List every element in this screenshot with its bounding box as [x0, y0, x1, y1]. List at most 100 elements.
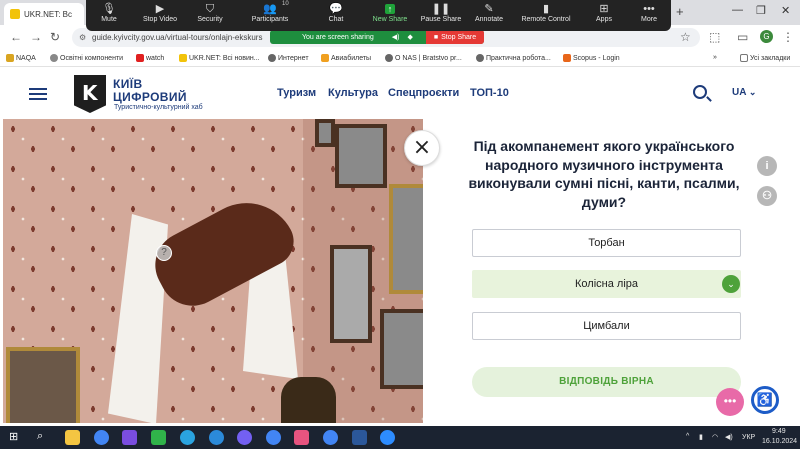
screen: UKR.NET: Вс + — ❐ ✕ ← → ↻ ⚙ guide.kyivci…: [0, 0, 800, 449]
participants-icon: 👥: [263, 3, 277, 15]
picture-frame: [315, 119, 335, 147]
answer-option[interactable]: Цимбали: [472, 312, 741, 340]
answer-option[interactable]: Торбан: [472, 229, 741, 257]
browser-menu-icon[interactable]: ⋮: [782, 30, 794, 44]
mouse-icon: ▮: [542, 3, 550, 15]
maximize-icon[interactable]: ❐: [756, 4, 766, 17]
bookmark-item[interactable]: О NAS | Bratstvo pr...: [385, 54, 462, 62]
stop-share-button[interactable]: ■ Stop Share: [426, 30, 484, 44]
result-button[interactable]: ВІДПОВІДЬ ВІРНА: [472, 367, 741, 397]
bookmark-favicon-icon: [6, 54, 14, 62]
search-icon[interactable]: [693, 85, 707, 99]
nav-top-10[interactable]: ТОП-10: [470, 87, 509, 99]
screen-share-bar: You are screen sharing ◀) ◆ ■ Stop Share: [270, 30, 484, 44]
volume-icon[interactable]: ◀): [725, 433, 733, 441]
edge-icon[interactable]: [209, 430, 224, 445]
figurine: [281, 377, 336, 423]
globe-icon: [385, 54, 393, 62]
security-button[interactable]: ⛉ Security: [182, 3, 238, 23]
remote-control-button[interactable]: ▮ Remote Control: [511, 3, 581, 23]
download-icon[interactable]: [151, 430, 166, 445]
tour-photo[interactable]: ?: [3, 119, 423, 423]
close-window-icon[interactable]: ✕: [781, 4, 790, 17]
hotspot-question-icon[interactable]: ?: [156, 245, 172, 261]
keyboard-language[interactable]: УКР: [742, 434, 755, 441]
chrome-icon[interactable]: [323, 430, 338, 445]
new-tab-icon[interactable]: +: [676, 4, 684, 19]
share-icon[interactable]: ⚇: [757, 186, 777, 206]
reload-icon[interactable]: ↻: [50, 30, 60, 44]
answer-option-correct[interactable]: Колісна ліра ⌄: [472, 270, 741, 298]
bookmarks-more-icon[interactable]: »: [713, 54, 717, 61]
bookmark-item[interactable]: Интернет: [268, 54, 309, 62]
zoom-meeting-toolbar: 🎙 Mute ▶ Stop Video ⛉ Security 👥 Participant…: [86, 0, 671, 31]
shield-icon: ⛉: [205, 3, 215, 15]
globe-icon: [50, 54, 58, 62]
bookmark-item[interactable]: watch: [136, 54, 164, 62]
search-taskbar-icon[interactable]: ⌕: [37, 430, 52, 445]
kyiv-digital-logo-icon[interactable]: [74, 75, 106, 113]
minimize-icon[interactable]: —: [732, 4, 743, 16]
file-explorer-icon[interactable]: [65, 430, 80, 445]
bookmarks-bar: NAQA Освітні компоненти watch UKR.NET: В…: [0, 50, 800, 67]
close-quiz-button[interactable]: ×: [404, 130, 440, 166]
wifi-icon[interactable]: ◠: [712, 433, 718, 441]
chrome-profile-icon[interactable]: [266, 430, 281, 445]
info-icon[interactable]: i: [757, 156, 777, 176]
screen-share-notice: You are screen sharing: [302, 33, 374, 41]
youtube-icon: [136, 54, 144, 62]
chat-widget-icon[interactable]: •••: [716, 388, 744, 416]
bookmark-item[interactable]: Освітні компоненти: [50, 54, 123, 62]
bookmark-item[interactable]: Scopus - Login: [563, 54, 620, 62]
mute-button[interactable]: 🎙 Mute: [81, 3, 137, 23]
telegram-icon[interactable]: [180, 430, 195, 445]
windows-taskbar: ⊞ ⌕ ^ ▮ ◠ ◀) УКР 9:49 16.10.2024: [0, 426, 800, 449]
ukrnet-icon: [179, 54, 187, 62]
new-share-button[interactable]: ↑ New Share: [362, 3, 418, 23]
bookmark-item[interactable]: Практична робота...: [476, 54, 551, 62]
language-selector[interactable]: UA ⌄: [732, 87, 756, 98]
nav-special-projects[interactable]: Спецпроєкти: [388, 87, 459, 99]
forward-arrow-icon[interactable]: →: [30, 30, 42, 44]
all-bookmarks[interactable]: Усі закладки: [740, 54, 790, 62]
zoom-icon[interactable]: [380, 430, 395, 445]
viber-icon[interactable]: [237, 430, 252, 445]
network-icon[interactable]: ▮: [699, 433, 703, 441]
app-icon[interactable]: [294, 430, 309, 445]
profile-avatar[interactable]: G: [760, 30, 773, 43]
clock-date[interactable]: 16.10.2024: [762, 438, 797, 445]
site-info-icon[interactable]: ⚙: [79, 28, 86, 47]
clock-time[interactable]: 9:49: [772, 428, 786, 435]
app-icon[interactable]: [122, 430, 137, 445]
chevron-down-icon: ⌄: [748, 87, 757, 97]
chat-button[interactable]: 💬 Chat: [308, 3, 364, 23]
stop-video-button[interactable]: ▶ Stop Video: [132, 3, 188, 23]
logo-title[interactable]: КИЇВ ЦИФРОВИЙ: [113, 78, 187, 104]
logo-subtitle: Туристично-культурний хаб: [114, 104, 203, 111]
chrome-icon[interactable]: [94, 430, 109, 445]
browser-tab[interactable]: UKR.NET: Вс: [4, 3, 84, 25]
bookmark-item[interactable]: UKR.NET: Всі новин...: [179, 54, 260, 62]
url-text: guide.kyivcity.gov.ua/virtual-tours/onla…: [92, 33, 263, 42]
speaker-icon: ◀): [391, 34, 400, 41]
hamburger-menu-icon[interactable]: [29, 88, 47, 100]
bookmark-item[interactable]: Авиабилеты: [321, 54, 371, 62]
participants-button[interactable]: 👥 Participants: [242, 3, 298, 23]
annotate-button[interactable]: ✎ Annotate: [461, 3, 517, 23]
scopus-icon: [563, 54, 571, 62]
ukrnet-favicon-icon: [10, 9, 20, 19]
word-icon[interactable]: [352, 430, 367, 445]
nav-tourism[interactable]: Туризм: [277, 87, 316, 99]
accessibility-icon[interactable]: ♿: [751, 386, 779, 414]
site-header: КИЇВ ЦИФРОВИЙ Туристично-культурний хаб …: [0, 67, 800, 119]
windows-start-icon[interactable]: ⊞: [9, 430, 24, 445]
more-button[interactable]: ••• More: [621, 3, 677, 23]
extensions-icon[interactable]: ⬚: [709, 30, 720, 44]
microphone-icon: 🎙: [102, 3, 116, 15]
back-arrow-icon[interactable]: ←: [10, 30, 22, 44]
bookmark-star-icon[interactable]: ☆: [680, 30, 691, 44]
sidebar-icon[interactable]: ▭: [737, 30, 748, 44]
bookmark-item[interactable]: NAQA: [6, 54, 36, 62]
nav-culture[interactable]: Культура: [328, 87, 378, 99]
tray-chevron-icon[interactable]: ^: [686, 433, 689, 440]
